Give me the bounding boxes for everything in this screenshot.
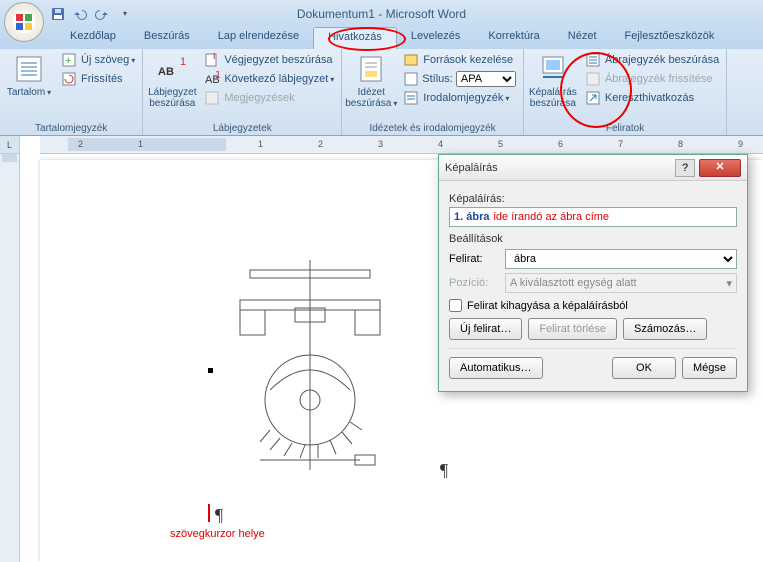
crossref-icon [585,90,601,106]
label-label: Felirat: [449,253,499,265]
next-footnote-button[interactable]: AB1Következő lábjegyzet [201,70,337,88]
update-toc-button[interactable]: Frissítés [58,70,138,88]
office-button[interactable] [4,2,44,42]
insert-citation-button[interactable]: Idézet beszúrása [346,51,396,111]
insert-caption-button[interactable]: Képaláírás beszúrása [528,51,578,111]
ribbon: Tartalom +Új szöveg Frissítés Tartalomje… [0,49,763,136]
footnote-icon: AB 1 [156,53,188,85]
position-select: A kiválasztott egység alatt▾ [505,273,737,293]
undo-icon[interactable] [72,6,88,22]
annotation-cursor-label: szövegkurzor helye [170,528,265,540]
tab-pagelayout[interactable]: Lap elrendezése [204,27,313,49]
caption-user-hint: ide írandó az ábra címe [493,211,609,223]
citation-icon [355,53,387,85]
inserted-figure[interactable] [200,260,420,480]
manage-sources-button[interactable]: Források kezelése [400,51,519,69]
svg-text:+: + [65,55,71,67]
refresh-icon [61,71,77,87]
horizontal-ruler[interactable]: 2 1 1 2 3 4 5 6 7 8 9 10 [40,136,763,154]
svg-text:1: 1 [180,56,186,68]
tab-references[interactable]: Hivatkozás [313,27,397,49]
citation-style-row: Stílus: APA [400,70,519,88]
group-toc-label: Tartalomjegyzék [4,122,138,135]
svg-text:i: i [213,52,215,62]
exclude-label-text: Felirat kihagyása a képaláírásból [467,300,628,312]
add-text-button[interactable]: +Új szöveg [58,51,138,69]
group-footnotes-label: Lábjegyzetek [147,122,337,135]
delete-label-button: Felirat törlése [528,318,617,340]
notes-icon [204,90,220,106]
tab-mailings[interactable]: Levelezés [397,27,475,49]
window-title: Dokumentum1 - Microsoft Word [297,7,466,21]
new-label-button[interactable]: Új felirat… [449,318,522,340]
caption-field-label: Képaláírás: [449,193,737,205]
svg-text:AB: AB [158,66,174,78]
position-label: Pozíció: [449,277,499,289]
endnote-icon: i [204,52,220,68]
autocaption-button[interactable]: Automatikus… [449,357,543,379]
sources-icon [403,52,419,68]
tab-view[interactable]: Nézet [554,27,611,49]
insert-figurelist-button[interactable]: Ábrajegyzék beszúrása [582,51,722,69]
style-icon [403,71,419,87]
group-citations-label: Idézetek és irodalomjegyzék [346,122,519,135]
save-icon[interactable] [50,6,66,22]
figurelist-refresh-icon [585,71,601,87]
dialog-title: Képaláírás [445,162,675,174]
tab-developer[interactable]: Fejlesztőeszközök [611,27,729,49]
toc-button[interactable]: Tartalom [4,51,54,100]
cancel-button[interactable]: Mégse [682,357,737,379]
paragraph-mark: ¶ [215,505,223,526]
dialog-close-button[interactable]: ✕ [699,159,741,177]
exclude-label-checkbox[interactable] [449,299,462,312]
caption-auto-text: 1. ábra [454,211,489,223]
label-select[interactable]: ábra [505,249,737,269]
vertical-ruler[interactable] [0,154,20,562]
qat-customize-icon[interactable] [116,6,132,22]
text-cursor [208,504,210,522]
crossreference-button[interactable]: Kereszthivatkozás [582,89,722,107]
ok-button[interactable]: OK [612,357,676,379]
caption-input[interactable]: 1. ábra ide írandó az ábra címe [449,207,737,227]
options-label: Beállítások [449,233,737,245]
tab-insert[interactable]: Beszúrás [130,27,204,49]
bibliography-button[interactable]: Irodalomjegyzék [400,89,519,107]
dialog-help-button[interactable]: ? [675,159,695,177]
caption-icon [537,53,569,85]
paragraph-mark: ¶ [440,460,448,481]
ruler-corner[interactable]: L [0,136,20,154]
bibliography-icon [403,90,419,106]
redo-icon[interactable] [94,6,110,22]
svg-text:1: 1 [215,71,220,81]
caption-dialog: Képaláírás ? ✕ Képaláírás: 1. ábra ide í… [438,154,748,392]
insert-endnote-button[interactable]: iVégjegyzet beszúrása [201,51,337,69]
update-figurelist-button: Ábrajegyzék frissítése [582,70,722,88]
figurelist-icon [585,52,601,68]
add-text-icon: + [61,52,77,68]
citation-style-select[interactable]: APA [456,71,516,87]
office-logo-icon [12,10,36,34]
ribbon-tabstrip: Kezdőlap Beszúrás Lap elrendezése Hivatk… [0,27,763,49]
insert-footnote-button[interactable]: AB1 Lábjegyzet beszúrása [147,51,197,111]
next-footnote-icon: AB1 [204,71,220,87]
numbering-button[interactable]: Számozás… [623,318,707,340]
tab-review[interactable]: Korrektúra [474,27,553,49]
tab-home[interactable]: Kezdőlap [56,27,130,49]
show-notes-button: Megjegyzések [201,89,337,107]
group-captions-label: Feliratok [528,122,722,135]
toc-icon [13,53,45,85]
